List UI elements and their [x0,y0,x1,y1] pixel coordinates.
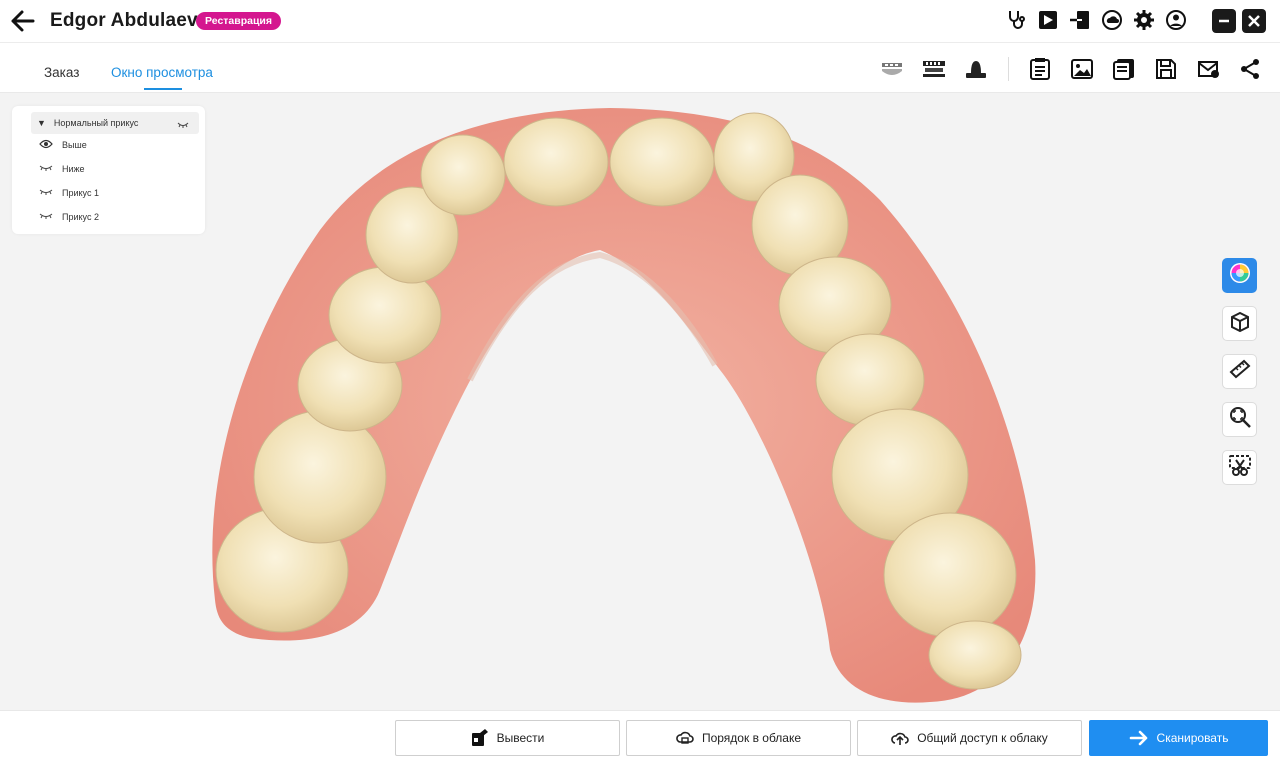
cloud-upload-icon [891,730,909,746]
image-icon[interactable] [1068,55,1096,83]
save-icon[interactable] [1152,55,1180,83]
layer-item-bite-1[interactable]: Прикус 1 [39,184,99,202]
jaw-occlusion-icon[interactable] [878,55,906,83]
close-button[interactable] [1242,9,1266,33]
eye-closed-icon[interactable] [39,184,53,202]
layer-panel: ▼ Нормальный прикус Выше Ниже Прикус 1 П… [12,106,205,234]
layer-item-bite-2[interactable]: Прикус 2 [39,208,99,226]
flag-icon[interactable] [1036,8,1060,32]
zoom-fit-button[interactable] [1222,402,1257,437]
settings-icon[interactable] [1132,8,1156,32]
cloud-scan-icon[interactable] [1100,8,1124,32]
cloud-order-label: Порядок в облаке [701,731,802,745]
cloud-order-button[interactable]: Порядок в облаке [626,720,851,756]
stethoscope-icon[interactable] [1004,8,1028,32]
layer-item-label: Ниже [62,164,85,174]
ruler-button[interactable] [1222,354,1257,389]
model-base-icon[interactable] [962,55,990,83]
eye-closed-icon[interactable] [39,208,53,226]
cloud-order-icon [676,730,694,746]
layer-item-label: Выше [62,140,87,150]
eye-closed-icon[interactable] [39,160,53,178]
header-icon-group [1004,8,1188,32]
title-bar: Edgor Abdulaev Реставрация [0,0,1280,43]
order-form-icon[interactable] [1026,55,1054,83]
layer-item-upper[interactable]: Выше [39,136,87,154]
trim-button[interactable] [1222,450,1257,485]
tab-order[interactable]: Заказ [44,65,79,80]
cloud-share-button[interactable]: Общий доступ к облаку [857,720,1082,756]
case-type-badge: Реставрация [196,12,282,30]
collapse-triangle-icon[interactable]: ▼ [37,118,46,128]
minimize-button[interactable] [1212,9,1236,33]
scan-button[interactable]: Сканировать [1089,720,1268,756]
layer-item-lower[interactable]: Ниже [39,160,85,178]
export-button-label: Вывести [496,731,545,745]
export-icon[interactable] [1068,8,1092,32]
active-tab-indicator [144,88,182,90]
share-icon[interactable] [1236,55,1264,83]
report-icon[interactable] [1110,55,1138,83]
zoom-fit-icon [1228,405,1252,434]
cloud-share-label: Общий доступ к облаку [917,731,1048,745]
layer-item-label: Прикус 1 [62,188,99,198]
color-texture-icon [1229,262,1251,289]
trim-icon [1228,453,1252,482]
export-file-icon [471,729,489,747]
layer-group-label: Нормальный прикус [53,118,139,128]
export-button[interactable]: Вывести [395,720,620,756]
view-toolbar: Заказ Окно просмотра [0,43,1280,93]
bottom-action-bar: Вывести Порядок в облаке Общий доступ к … [0,710,1280,764]
app-window: Edgor Abdulaev Реставрация Заказ Окно пр… [0,0,1280,764]
toolbar-divider [1008,57,1009,81]
mail-icon[interactable] [1194,55,1222,83]
layer-item-label: Прикус 2 [62,212,99,222]
patient-name: Edgor Abdulaev [50,10,198,31]
account-icon[interactable] [1164,8,1188,32]
cube-view-icon [1228,309,1252,338]
jaw-arch-icon[interactable] [920,55,948,83]
cube-view-button[interactable] [1222,306,1257,341]
color-texture-button[interactable] [1222,258,1257,293]
tab-viewer[interactable]: Окно просмотра [111,65,213,80]
eye-open-icon[interactable] [39,136,53,154]
layer-group-header[interactable]: ▼ Нормальный прикус [31,112,199,134]
back-arrow-icon[interactable] [10,9,36,33]
ruler-icon [1228,357,1252,386]
arrow-right-icon [1129,730,1149,746]
eye-closed-icon[interactable] [177,117,189,135]
scan-button-label: Сканировать [1156,731,1229,745]
